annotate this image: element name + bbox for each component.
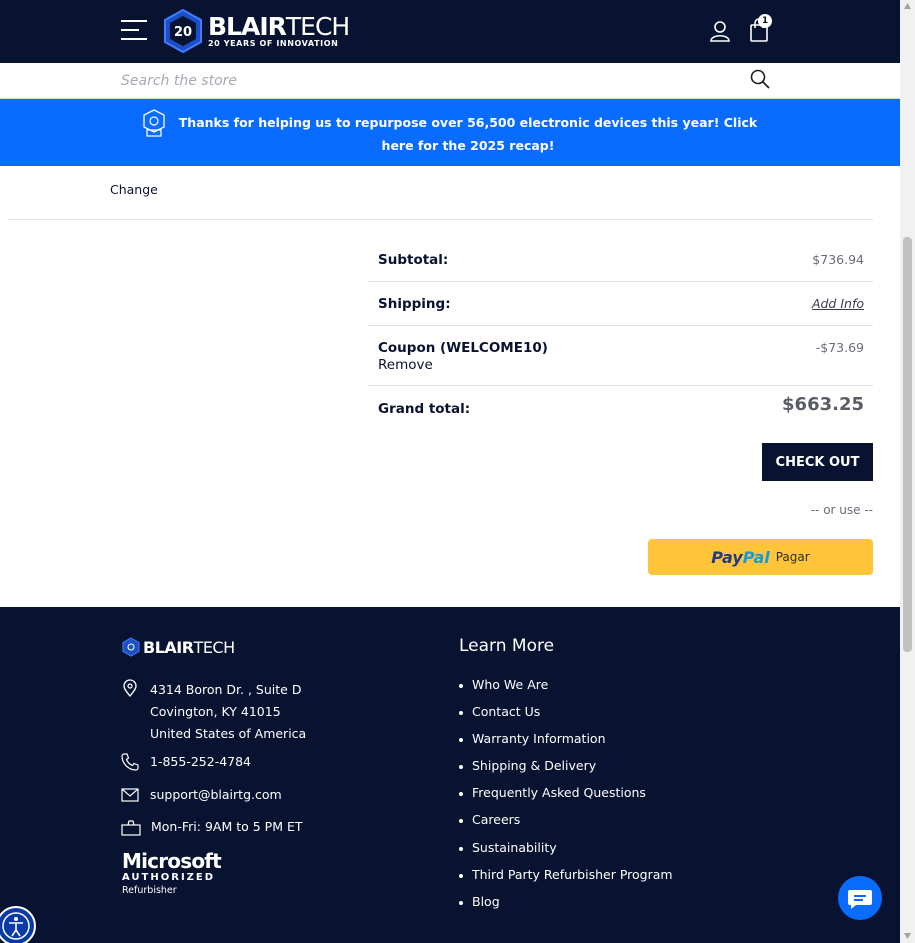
phone-icon bbox=[121, 753, 139, 771]
shipping-label: Shipping: bbox=[378, 296, 451, 312]
footer-link-shipping-delivery[interactable]: Shipping & Delivery bbox=[459, 755, 673, 782]
scrollbar-thumb[interactable] bbox=[903, 237, 912, 652]
cart-totals: Subtotal: $736.94 Shipping: Add Info Cou… bbox=[368, 238, 873, 430]
site-logo[interactable]: 20 BLAIRTECH 20 YEARS OF INNOVATION bbox=[162, 9, 350, 53]
search-icon[interactable] bbox=[750, 69, 770, 89]
footer-link-careers[interactable]: Careers bbox=[459, 809, 673, 836]
logo-badge-number: 20 bbox=[174, 25, 192, 40]
footer-logo-word-thin: TECH bbox=[193, 637, 236, 657]
logo-word-bold: BLAIR bbox=[208, 12, 287, 41]
footer-logo-word-bold: BLAIR bbox=[143, 637, 194, 657]
learn-more-title: Learn More bbox=[459, 636, 555, 656]
footer-link-third-party-program[interactable]: Third Party Refurbisher Program bbox=[459, 864, 673, 891]
address-line-1: 4314 Boron Dr. , Suite D bbox=[150, 682, 302, 697]
promo-banner[interactable]: Thanks for helping us to repurpose over … bbox=[0, 99, 900, 166]
paypal-pagar-label: Pagar bbox=[775, 550, 810, 564]
footer-link-warranty[interactable]: Warranty Information bbox=[459, 728, 673, 755]
envelope-icon bbox=[121, 788, 139, 802]
ms-name: Microsoft bbox=[122, 849, 222, 873]
site-header: 20 BLAIRTECH 20 YEARS OF INNOVATION 1 bbox=[0, 0, 900, 63]
microsoft-authorized-badge: Microsoft AUTHORIZED Refurbisher bbox=[122, 849, 222, 898]
accessibility-icon bbox=[2, 912, 30, 940]
learn-more-list: Who We Are Contact Us Warranty Informati… bbox=[459, 674, 673, 918]
briefcase-icon bbox=[121, 820, 141, 836]
paypal-button[interactable]: PayPal Pagar bbox=[648, 539, 873, 575]
recycle-device-icon bbox=[143, 109, 165, 137]
grand-total-row: Grand total: $663.25 bbox=[368, 386, 873, 430]
footer-logo[interactable]: BLAIRTECH bbox=[122, 637, 235, 657]
remove-coupon-link[interactable]: Remove bbox=[378, 357, 433, 373]
footer-link-who-we-are[interactable]: Who We Are bbox=[459, 674, 673, 701]
footer-phone-link[interactable]: 1-855-252-4784 bbox=[150, 754, 251, 769]
subtotal-label: Subtotal: bbox=[378, 252, 449, 268]
chat-bubble-icon bbox=[848, 890, 872, 909]
or-use-text: -- or use -- bbox=[810, 503, 873, 517]
grand-total-label: Grand total: bbox=[378, 401, 471, 417]
checkout-button[interactable]: CHECK OUT bbox=[762, 443, 873, 481]
cart-count-badge: 1 bbox=[758, 14, 772, 28]
search-input[interactable] bbox=[121, 69, 721, 93]
paypal-logo: PayPal bbox=[711, 547, 770, 567]
accessibility-button[interactable] bbox=[0, 906, 36, 943]
coupon-row: Coupon (WELCOME10) Remove -$73.69 bbox=[368, 326, 873, 386]
logo-text: BLAIRTECH 20 YEARS OF INNOVATION bbox=[208, 12, 350, 49]
coupon-label: Coupon (WELCOME10) bbox=[378, 340, 548, 356]
footer-address: 4314 Boron Dr. , Suite D Covington, KY 4… bbox=[150, 679, 306, 745]
chat-button[interactable] bbox=[838, 876, 882, 920]
subtotal-row: Subtotal: $736.94 bbox=[368, 238, 873, 282]
scroll-up-arrow-icon[interactable] bbox=[903, 2, 912, 10]
scroll-down-arrow-icon[interactable] bbox=[903, 932, 912, 940]
change-option-link[interactable]: Change bbox=[110, 182, 158, 197]
add-shipping-info-link[interactable]: Add Info bbox=[812, 296, 864, 311]
subtotal-value: $736.94 bbox=[812, 252, 864, 267]
coupon-value: -$73.69 bbox=[815, 340, 864, 355]
shipping-row: Shipping: Add Info bbox=[368, 282, 873, 326]
address-line-2: Covington, KY 41015 bbox=[150, 704, 281, 719]
address-line-3: United States of America bbox=[150, 726, 307, 741]
banner-text: Thanks for helping us to repurpose over … bbox=[178, 115, 758, 153]
user-icon[interactable] bbox=[709, 20, 731, 42]
logo-badge-icon: 20 bbox=[164, 9, 202, 53]
footer-link-contact-us[interactable]: Contact Us bbox=[459, 701, 673, 728]
site-footer: BLAIRTECH 4314 Boron Dr. , Suite D Covin… bbox=[0, 607, 900, 943]
footer-link-blog[interactable]: Blog bbox=[459, 891, 673, 918]
hamburger-menu-icon[interactable] bbox=[121, 19, 149, 43]
footer-email-link[interactable]: support@blairtg.com bbox=[150, 787, 282, 802]
location-pin-icon bbox=[123, 679, 137, 697]
logo-word-thin: TECH bbox=[285, 12, 350, 41]
footer-link-sustainability[interactable]: Sustainability bbox=[459, 837, 673, 864]
grand-total-value: $663.25 bbox=[782, 394, 864, 415]
divider bbox=[8, 219, 873, 220]
ms-refurbisher: Refurbisher bbox=[122, 885, 177, 896]
footer-logo-badge-icon bbox=[122, 637, 140, 657]
ms-authorized: AUTHORIZED bbox=[122, 872, 216, 883]
footer-hours: Mon-Fri: 9AM to 5 PM ET bbox=[151, 819, 303, 834]
footer-link-faq[interactable]: Frequently Asked Questions bbox=[459, 782, 673, 809]
logo-tagline: 20 YEARS OF INNOVATION bbox=[208, 39, 339, 48]
